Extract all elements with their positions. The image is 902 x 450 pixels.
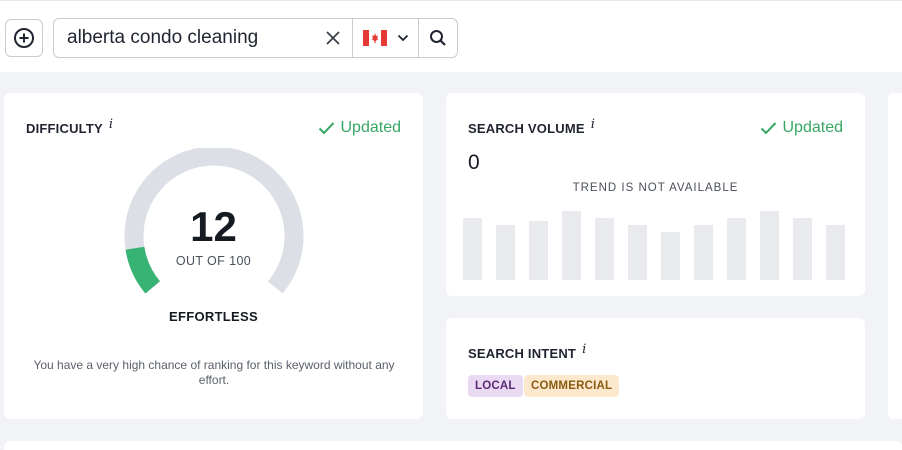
- trend-placeholder-bar: [529, 221, 548, 280]
- trend-placeholder-bar: [727, 218, 746, 280]
- difficulty-card: DIFFICULTY i Updated 12 OUT OF 100 EFFORT…: [4, 93, 423, 419]
- check-icon: [318, 122, 334, 135]
- trend-placeholder-chart: [463, 211, 845, 280]
- trend-placeholder-bar: [793, 218, 812, 280]
- trend-placeholder-bar: [496, 225, 515, 280]
- trend-placeholder-bar: [463, 218, 482, 280]
- search-intent-title: SEARCH INTENT i: [468, 342, 587, 361]
- search-volume-title: SEARCH VOLUME i: [468, 117, 596, 136]
- add-keyword-button[interactable]: [5, 19, 43, 57]
- search-volume-card: SEARCH VOLUME i Updated 0 TREND IS NOT AV…: [446, 93, 865, 296]
- trend-placeholder-bar: [661, 232, 680, 280]
- difficulty-level: EFFORTLESS: [169, 309, 258, 324]
- partial-card-bottom: [4, 441, 902, 450]
- search-button[interactable]: [419, 19, 457, 57]
- country-select[interactable]: [353, 19, 419, 57]
- close-icon: [325, 31, 340, 45]
- check-icon: [760, 122, 776, 135]
- difficulty-out-of: OUT OF 100: [175, 254, 252, 268]
- trend-placeholder-bar: [595, 218, 614, 280]
- trend-placeholder-bar: [694, 225, 713, 280]
- chevron-down-icon: [397, 34, 408, 42]
- trend-placeholder-bar: [628, 225, 647, 280]
- top-bar: [0, 0, 902, 72]
- info-icon[interactable]: i: [591, 117, 595, 132]
- trend-placeholder-bar: [826, 225, 845, 280]
- partial-card-right: [888, 93, 902, 419]
- difficulty-description: You have a very high chance of ranking f…: [33, 358, 395, 387]
- keyword-search-input[interactable]: [54, 19, 313, 57]
- keyword-search-bar: [53, 18, 458, 58]
- clear-search-button[interactable]: [313, 19, 353, 57]
- info-icon[interactable]: i: [109, 117, 113, 132]
- canada-flag-icon: [362, 30, 387, 46]
- search-volume-value: 0: [468, 151, 480, 174]
- difficulty-updated-status: Updated: [318, 119, 401, 137]
- intent-badge-commercial: COMMERCIAL: [524, 375, 620, 397]
- difficulty-title: DIFFICULTY i: [26, 117, 114, 136]
- search-volume-updated-status: Updated: [760, 119, 843, 137]
- search-intent-card: SEARCH INTENT i LOCAL COMMERCIAL: [446, 318, 865, 419]
- trend-unavailable-message: TREND IS NOT AVAILABLE: [572, 182, 739, 194]
- overview-content: DIFFICULTY i Updated 12 OUT OF 100 EFFORT…: [0, 72, 902, 450]
- intent-badge-local: LOCAL: [468, 375, 523, 397]
- search-icon: [430, 30, 446, 46]
- info-icon[interactable]: i: [582, 342, 586, 357]
- trend-placeholder-bar: [562, 211, 581, 280]
- difficulty-score: 12: [190, 203, 237, 250]
- trend-placeholder-bar: [760, 211, 779, 280]
- plus-circle-icon: [14, 28, 34, 48]
